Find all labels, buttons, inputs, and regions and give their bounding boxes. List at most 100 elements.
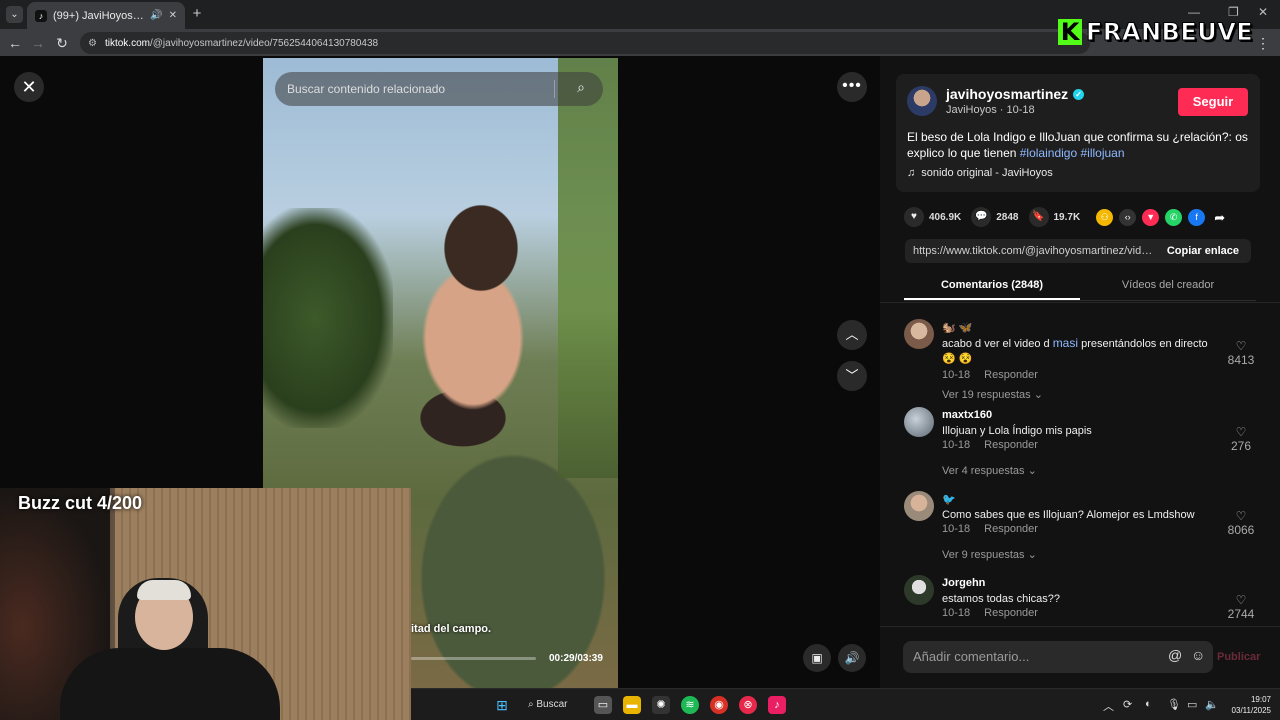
comment-like-count: 8066 <box>1227 523 1255 537</box>
taskbar-search[interactable]: ⌕ Buscar <box>528 693 580 717</box>
hashtag-link[interactable]: #illojuan <box>1080 146 1124 160</box>
next-video-button[interactable]: ﹀ <box>837 361 867 391</box>
video-progress-bar[interactable] <box>411 657 536 660</box>
comment-text: Como sabes que es Illojuan? Alomejor es … <box>942 509 1195 521</box>
heart-outline-icon[interactable]: ♡ <box>1226 339 1256 353</box>
app-icon[interactable]: ⊗ <box>739 696 757 714</box>
tab-comments[interactable]: Comentarios (2848) <box>904 276 1080 300</box>
heart-outline-icon[interactable]: ♡ <box>1226 425 1256 439</box>
bookmark-icon[interactable]: 🔖 <box>1028 207 1049 227</box>
comment-avatar[interactable] <box>904 575 934 605</box>
chatgpt-icon[interactable]: ✺ <box>652 696 670 714</box>
volume-icon[interactable]: 🔊 <box>838 644 866 672</box>
comment-like[interactable]: ♡ 8413 <box>1226 339 1256 367</box>
taskbar-clock[interactable]: 19:07 03/11/2025 <box>1223 694 1271 716</box>
author-avatar[interactable] <box>907 86 937 116</box>
send-icon[interactable]: ▼ <box>1142 208 1160 226</box>
comment-text-part: acabo d ver el video d <box>942 338 1053 350</box>
comment-like[interactable]: ♡ 8066 <box>1226 509 1256 537</box>
share-arrow-icon[interactable]: ➦ <box>1211 209 1228 226</box>
comment-author[interactable]: 🐿️ 🦋 <box>942 321 972 334</box>
tray-app-icon[interactable]: ◐ <box>1145 698 1152 710</box>
speaker-icon[interactable]: 🔈 <box>1205 698 1219 711</box>
reply-button[interactable]: Responder <box>984 607 1038 619</box>
add-comment-input[interactable]: Añadir comentario... <box>903 641 1213 673</box>
comment-author[interactable]: Jorgehn <box>942 577 985 589</box>
tab-close-icon[interactable]: ✕ <box>169 10 177 21</box>
follow-button[interactable]: Seguir <box>1178 88 1248 116</box>
post-info-card: javihoyosmartinez ✓ JaviHoyos · 10-18 Se… <box>896 74 1260 192</box>
reply-button[interactable]: Responder <box>984 439 1038 451</box>
window-close-icon[interactable]: ✕ <box>1258 5 1268 19</box>
publish-button[interactable]: Publicar <box>1217 651 1260 663</box>
close-video-button[interactable]: ✕ <box>14 72 44 102</box>
whatsapp-icon[interactable]: ✆ <box>1165 208 1183 226</box>
tab-search-menu-button[interactable]: ⌄ <box>6 6 23 23</box>
file-explorer-icon[interactable]: ▬ <box>623 696 641 714</box>
reply-button[interactable]: Responder <box>984 369 1038 381</box>
chrome-icon[interactable]: ◉ <box>710 696 728 714</box>
network-icon[interactable]: ▭ <box>1187 698 1197 711</box>
search-icon[interactable]: ⌕ <box>577 79 585 96</box>
comment-avatar[interactable] <box>904 319 934 349</box>
view-replies-button[interactable]: Ver 4 respuestas ⌄ <box>942 464 1037 477</box>
browser-menu-icon[interactable]: ⋮ <box>1256 35 1270 52</box>
comment-count: 2848 <box>996 211 1019 223</box>
more-options-button[interactable]: ••• <box>837 72 867 102</box>
task-view-icon[interactable]: ▭ <box>594 696 612 714</box>
minimize-icon[interactable]: — <box>1188 5 1200 19</box>
like-stat[interactable]: ♥ 406.9K <box>904 207 961 227</box>
windows-start-icon[interactable]: ⊞ <box>493 696 511 714</box>
comment-like[interactable]: ♡ 276 <box>1226 425 1256 453</box>
site-info-icon[interactable]: ⚙ <box>88 38 97 49</box>
search-divider <box>554 80 555 98</box>
tiktok-app-icon[interactable]: ♪ <box>768 696 786 714</box>
comment-author[interactable]: 🐦 <box>942 493 956 506</box>
previous-video-button[interactable]: ︿ <box>837 320 867 350</box>
comment-date: 10-18 <box>942 523 971 535</box>
reply-button[interactable]: Responder <box>984 523 1038 535</box>
pip-icon[interactable]: ▣ <box>803 644 831 672</box>
comment-avatar[interactable] <box>904 491 934 521</box>
share-friends-icon[interactable]: ⚇ <box>1096 208 1114 226</box>
save-stat[interactable]: 🔖 19.7K <box>1028 207 1080 227</box>
sound-link[interactable]: ♫ sonido original - JaviHoyos <box>907 167 1053 179</box>
forward-arrow-icon[interactable]: → <box>29 34 47 52</box>
comment-mention[interactable]: masi <box>1053 336 1078 350</box>
maximize-icon[interactable]: ❐ <box>1228 5 1239 19</box>
tray-sync-icon[interactable]: ⟳ <box>1123 698 1132 711</box>
comment-stat[interactable]: 💬 2848 <box>971 207 1019 227</box>
author-username[interactable]: javihoyosmartinez <box>946 86 1068 102</box>
heart-outline-icon[interactable]: ♡ <box>1226 509 1256 523</box>
browser-tab-active[interactable]: ♪ (99+) JaviHoyos (@javihoyos 🔊 ✕ <box>27 2 185 29</box>
clock-time: 19:07 <box>1250 695 1271 704</box>
embed-code-icon[interactable]: ‹› <box>1119 208 1137 226</box>
reload-icon[interactable]: ↻ <box>53 34 71 52</box>
copy-link-button[interactable]: Copiar enlace <box>1155 245 1251 257</box>
author-username-row[interactable]: javihoyosmartinez ✓ <box>946 86 1085 102</box>
new-tab-button[interactable]: + <box>188 5 206 23</box>
comment-avatar[interactable] <box>904 407 934 437</box>
view-replies-button[interactable]: Ver 19 respuestas ⌄ <box>942 388 1043 401</box>
back-arrow-icon[interactable]: ← <box>6 34 24 52</box>
engagement-bar: ♥ 406.9K 💬 2848 🔖 19.7K ⚇ ‹› ▼ ✆ f ➦ <box>904 206 1264 228</box>
hashtag-link[interactable]: #lolaindigo <box>1020 146 1077 160</box>
url-bar[interactable]: ⚙ tiktok.com/@javihoyosmartinez/video/75… <box>80 32 1090 54</box>
tray-chevron-icon[interactable]: ︿ <box>1103 698 1114 714</box>
comment-like[interactable]: ♡ 2744 <box>1226 593 1256 621</box>
heart-icon[interactable]: ♥ <box>904 207 924 227</box>
video-frame-foliage <box>558 58 618 478</box>
microphone-icon[interactable]: 🎙 <box>1167 698 1181 711</box>
view-replies-button[interactable]: Ver 9 respuestas ⌄ <box>942 548 1037 561</box>
mention-at-icon[interactable]: @ <box>1168 647 1182 663</box>
comment-icon[interactable]: 💬 <box>971 207 992 227</box>
sound-name[interactable]: sonido original - JaviHoyos <box>921 167 1052 179</box>
spotify-icon[interactable]: ≋ <box>681 696 699 714</box>
tab-creator-videos[interactable]: Vídeos del creador <box>1080 276 1256 300</box>
facebook-icon[interactable]: f <box>1188 208 1206 226</box>
related-search-input[interactable]: Buscar contenido relacionado ⌕ <box>275 72 603 106</box>
heart-outline-icon[interactable]: ♡ <box>1226 593 1256 607</box>
comment-author[interactable]: maxtx160 <box>942 409 992 421</box>
tab-audio-icon[interactable]: 🔊 <box>150 10 162 21</box>
emoji-icon[interactable]: ☺ <box>1191 647 1205 663</box>
